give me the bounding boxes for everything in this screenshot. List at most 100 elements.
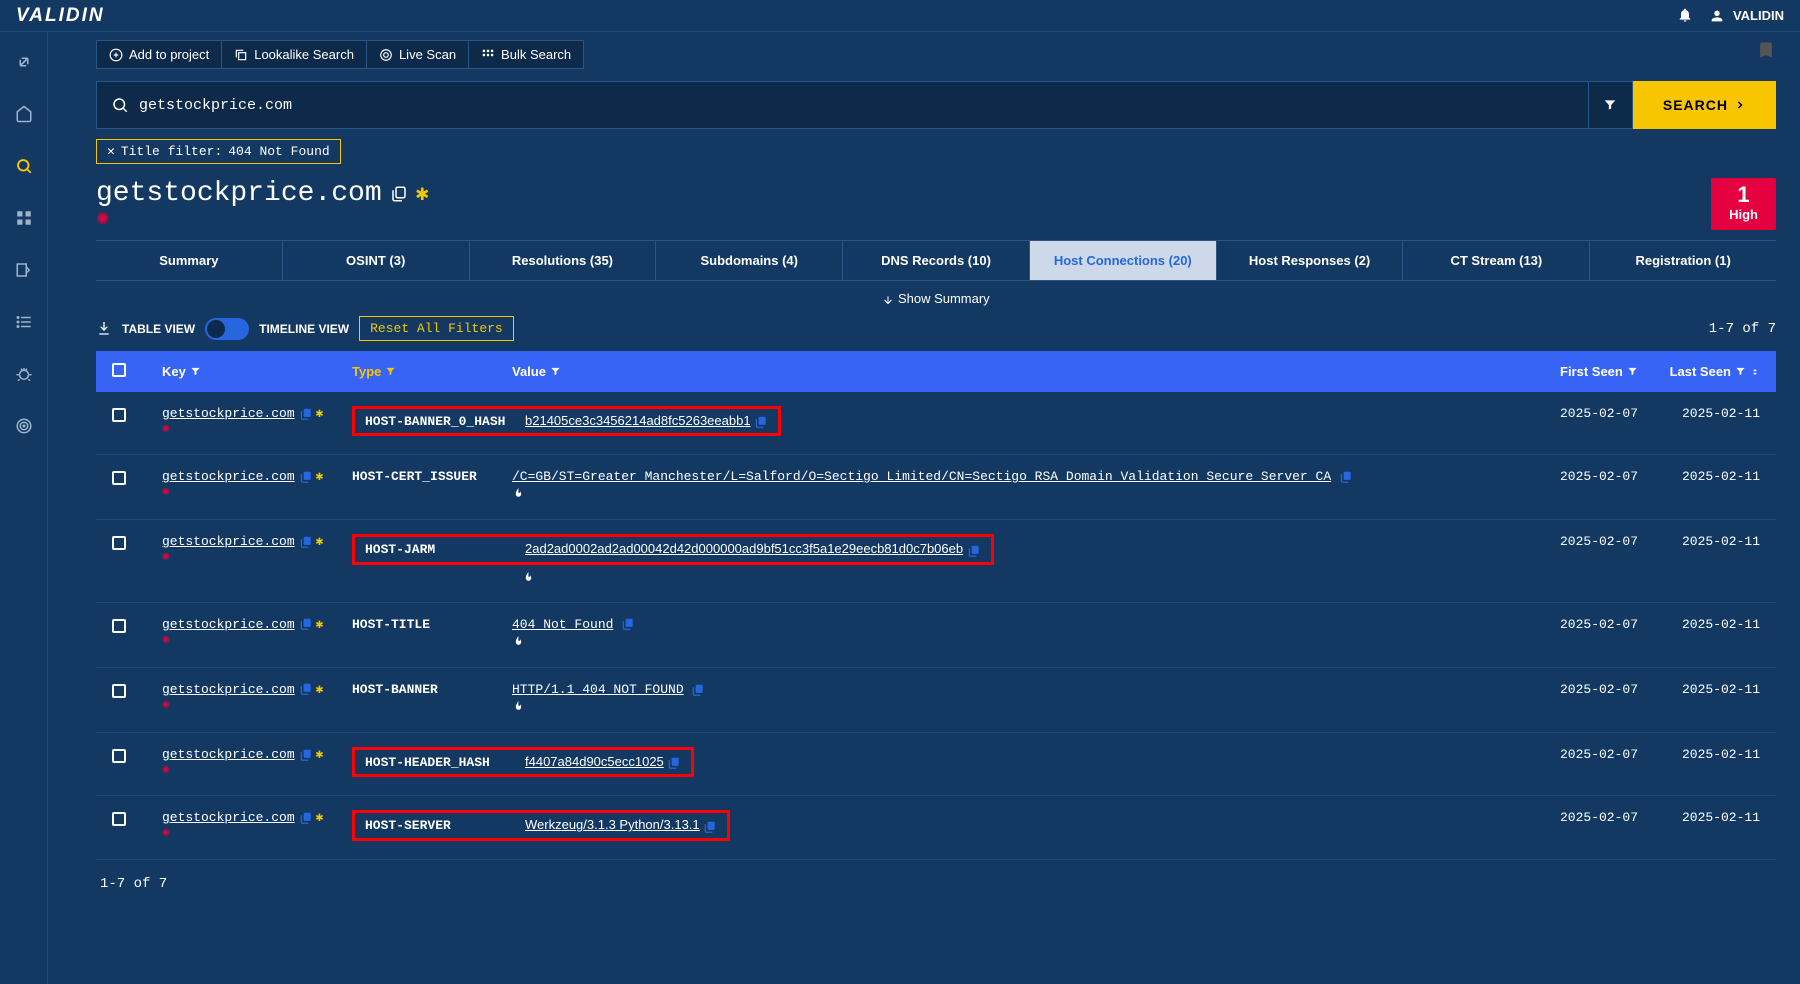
row-checkbox[interactable] xyxy=(112,619,126,633)
live-scan-button[interactable]: Live Scan xyxy=(366,40,469,69)
tab-summary[interactable]: Summary xyxy=(96,241,283,280)
table-row: getstockprice.com ✱ ✺ HOST-JARM 2ad2ad000… xyxy=(96,520,1776,602)
tab-subdomains-4-[interactable]: Subdomains (4) xyxy=(656,241,843,280)
tab-ct-stream-13-[interactable]: CT Stream (13) xyxy=(1403,241,1590,280)
key-link[interactable]: getstockprice.com xyxy=(162,810,295,825)
fire-icon xyxy=(512,486,1540,501)
last-seen-cell: 2025-02-11 xyxy=(1660,469,1760,484)
sidebar-grid[interactable] xyxy=(12,206,36,230)
sidebar-search[interactable] xyxy=(12,154,36,178)
row-checkbox[interactable] xyxy=(112,812,126,826)
value-link[interactable]: 2ad2ad0002ad2ad00042d42d000000ad9bf51cc3… xyxy=(525,541,963,556)
copy-icon[interactable] xyxy=(691,682,705,697)
copy-icon[interactable] xyxy=(299,810,313,825)
last-seen-cell: 2025-02-11 xyxy=(1660,534,1760,549)
value-link[interactable]: f4407a84d90c5ecc1025 xyxy=(525,754,664,769)
show-summary-toggle[interactable]: Show Summary xyxy=(96,287,1776,316)
search-button[interactable]: SEARCH xyxy=(1633,81,1776,129)
pagination-bottom: 1-7 of 7 xyxy=(96,860,1776,908)
chevron-right-icon xyxy=(1734,99,1746,111)
reset-filters-button[interactable]: Reset All Filters xyxy=(359,316,514,341)
logo: VALIDIN xyxy=(16,5,105,27)
sidebar-list[interactable] xyxy=(12,310,36,334)
column-first-seen[interactable]: First Seen xyxy=(1560,364,1660,379)
arrow-down-icon xyxy=(882,294,894,306)
select-all-checkbox[interactable] xyxy=(112,363,126,377)
star-icon: ✱ xyxy=(316,534,324,549)
row-checkbox[interactable] xyxy=(112,536,126,550)
value-link[interactable]: 404 Not Found xyxy=(512,617,613,632)
value-cell: Werkzeug/3.1.3 Python/3.13.1 xyxy=(525,817,717,833)
copy-icon[interactable] xyxy=(299,534,313,549)
key-link[interactable]: getstockprice.com xyxy=(162,747,295,762)
copy-icon[interactable] xyxy=(967,542,981,557)
copy-icon[interactable] xyxy=(299,747,313,762)
copy-icon[interactable] xyxy=(703,818,717,833)
column-last-seen[interactable]: Last Seen xyxy=(1660,364,1760,379)
column-key[interactable]: Key xyxy=(162,364,352,379)
gear-icon: ✺ xyxy=(162,549,170,564)
type-cell: HOST-JARM xyxy=(365,542,525,557)
key-cell: getstockprice.com ✱ ✺ xyxy=(162,534,352,564)
tab-host-connections-20-[interactable]: Host Connections (20) xyxy=(1030,241,1217,280)
row-checkbox[interactable] xyxy=(112,408,126,422)
search-filter-button[interactable] xyxy=(1589,81,1633,129)
column-type[interactable]: Type xyxy=(352,364,512,379)
type-cell: HOST-CERT_ISSUER xyxy=(352,469,512,484)
column-value[interactable]: Value xyxy=(512,364,1560,379)
sidebar-bug[interactable] xyxy=(12,362,36,386)
bell-icon[interactable] xyxy=(1677,7,1693,25)
fire-icon xyxy=(522,569,1560,584)
sidebar-projects[interactable] xyxy=(12,258,36,282)
lookalike-search-button[interactable]: Lookalike Search xyxy=(221,40,367,69)
tabs: SummaryOSINT (3)Resolutions (35)Subdomai… xyxy=(96,240,1776,281)
fire-icon xyxy=(512,634,1540,649)
copy-icon[interactable] xyxy=(299,617,313,632)
download-icon[interactable] xyxy=(96,320,112,338)
key-link[interactable]: getstockprice.com xyxy=(162,682,295,697)
value-link[interactable]: /C=GB/ST=Greater Manchester/L=Salford/O=… xyxy=(512,469,1331,484)
severity-badge: 1 High xyxy=(1711,178,1776,230)
copy-icon[interactable] xyxy=(299,469,313,484)
tab-dns-records-10-[interactable]: DNS Records (10) xyxy=(843,241,1030,280)
row-checkbox[interactable] xyxy=(112,749,126,763)
remove-filter-button[interactable]: ✕ xyxy=(107,144,115,159)
copy-icon[interactable] xyxy=(299,406,313,421)
tab-registration-1-[interactable]: Registration (1) xyxy=(1590,241,1776,280)
bookmark-icon[interactable] xyxy=(1756,38,1776,62)
copy-icon[interactable] xyxy=(667,755,681,770)
value-link[interactable]: Werkzeug/3.1.3 Python/3.13.1 xyxy=(525,817,700,832)
key-link[interactable]: getstockprice.com xyxy=(162,469,295,484)
tab-resolutions-35-[interactable]: Resolutions (35) xyxy=(470,241,657,280)
copy-icon[interactable] xyxy=(1339,469,1353,484)
sidebar-target[interactable] xyxy=(12,414,36,438)
tab-osint-3-[interactable]: OSINT (3) xyxy=(283,241,470,280)
star-icon: ✱ xyxy=(316,469,324,484)
copy-icon[interactable] xyxy=(754,414,768,429)
key-cell: getstockprice.com ✱✺ xyxy=(162,617,352,647)
row-checkbox[interactable] xyxy=(112,684,126,698)
copy-icon[interactable] xyxy=(390,185,408,203)
sidebar-expand[interactable] xyxy=(12,50,36,74)
type-cell: HOST-HEADER_HASH xyxy=(365,755,525,770)
search-input[interactable] xyxy=(139,97,1574,114)
active-filters: ✕ Title filter: 404 Not Found xyxy=(96,139,1776,164)
tab-host-responses-2-[interactable]: Host Responses (2) xyxy=(1217,241,1404,280)
gear-icon: ✺ xyxy=(162,632,170,647)
sidebar-home[interactable] xyxy=(12,102,36,126)
user-menu[interactable]: VALIDIN xyxy=(1709,8,1784,24)
key-link[interactable]: getstockprice.com xyxy=(162,406,295,421)
table-row: getstockprice.com ✱✺ HOST-CERT_ISSUER /C… xyxy=(96,455,1776,520)
copy-icon[interactable] xyxy=(299,682,313,697)
add-to-project-button[interactable]: Add to project xyxy=(96,40,222,69)
view-toggle[interactable] xyxy=(205,318,249,340)
copy-icon[interactable] xyxy=(621,617,635,632)
row-checkbox[interactable] xyxy=(112,471,126,485)
key-link[interactable]: getstockprice.com xyxy=(162,534,295,549)
search-row: SEARCH xyxy=(96,81,1776,129)
bulk-search-button[interactable]: Bulk Search xyxy=(468,40,584,69)
value-link[interactable]: HTTP/1.1 404 NOT FOUND xyxy=(512,682,684,697)
key-link[interactable]: getstockprice.com xyxy=(162,617,295,632)
value-link[interactable]: b21405ce3c3456214ad8fc5263eeabb1 xyxy=(525,413,751,428)
last-seen-cell: 2025-02-11 xyxy=(1660,682,1760,697)
